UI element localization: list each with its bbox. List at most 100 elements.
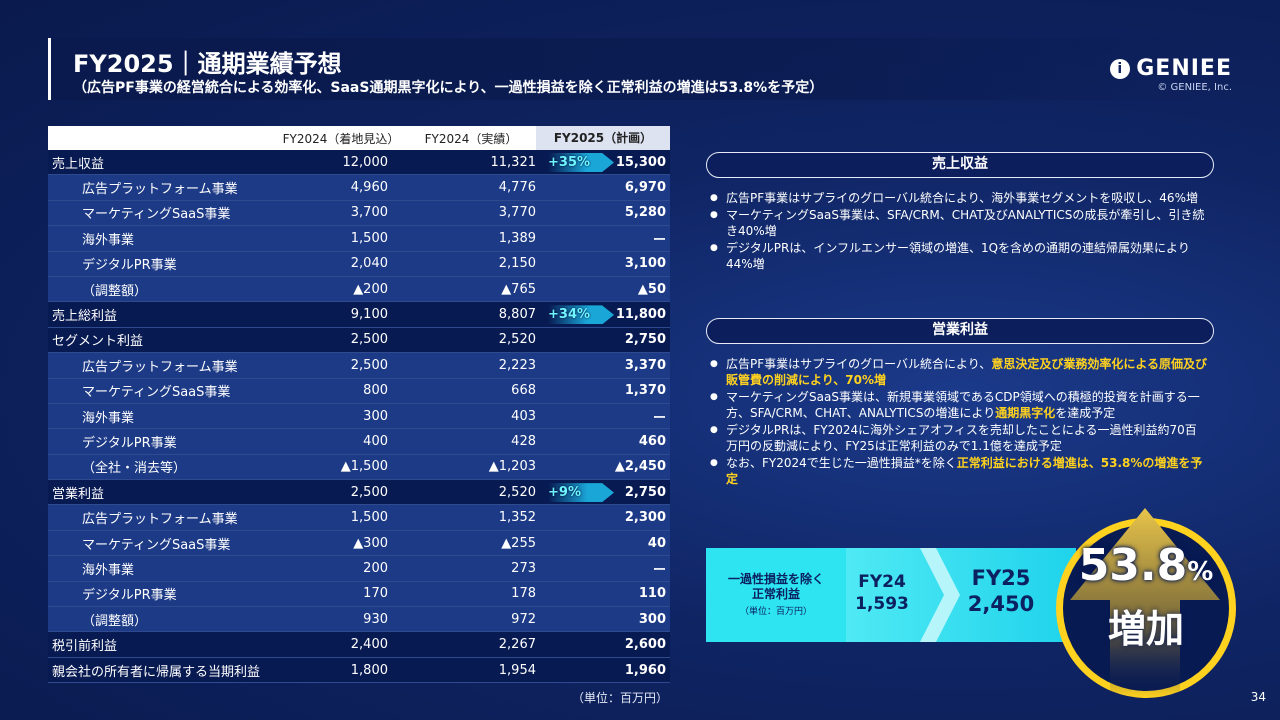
table-body: 売上収益 12,000 11,321 15,300 +35% 広告プラットフォーム事業 4,…	[48, 150, 670, 684]
cell-fy2024-actual: 1,389	[498, 230, 536, 246]
cell-fy2024-forecast: ▲1,500	[340, 459, 388, 475]
cell-fy2024-actual: 11,321	[490, 154, 537, 170]
kpi-fy25-label: FY25	[971, 566, 1031, 590]
cell-fy2024-forecast: 300	[363, 408, 388, 424]
table-row: （調整額） 930 972 300	[48, 607, 670, 633]
cell-fy2024-forecast: 2,040	[350, 256, 388, 272]
cell-fy2024-actual: 2,223	[498, 357, 536, 373]
cell-fy2025-plan: 5,280	[624, 205, 666, 221]
row-label: 営業利益	[52, 486, 105, 502]
kpi-fy24-label: FY24	[858, 572, 906, 592]
cell-fy2025-plan: 3,100	[624, 256, 666, 272]
growth-unit: %	[1187, 557, 1214, 587]
cell-fy2024-forecast: ▲200	[353, 281, 388, 297]
table-row: 売上収益 12,000 11,321 15,300 +35%	[48, 150, 670, 176]
cell-fy2024-actual: ▲765	[501, 281, 536, 297]
cell-fy2024-forecast: 12,000	[342, 154, 389, 170]
kpi-label-unit: （単位：百万円）	[739, 607, 812, 617]
row-label: 税引前利益	[52, 639, 118, 655]
operating-profit-heading: 営業利益	[706, 318, 1214, 344]
kpi-fy24: FY24 1,593	[846, 572, 918, 614]
table-row: デジタルPR事業 2,040 2,150 3,100	[48, 251, 670, 277]
bullet-text: 広告PF事業はサプライのグローバル統合により、	[726, 357, 992, 371]
cell-fy2025-plan: 2,300	[624, 510, 666, 526]
table-row: デジタルPR事業 400 428 460	[48, 429, 670, 455]
list-item: マーケティングSaaS事業は、新規事業領域であるCDP領域への積極的投資を計画す…	[708, 389, 1208, 421]
list-item: デジタルPRは、FY2024に海外シェアオフィスを売却したことによる一過性利益約…	[708, 422, 1208, 454]
row-label: マーケティングSaaS事業	[82, 537, 231, 553]
table-header: FY2024（着地見込） FY2024（実績） FY2025（計画）	[48, 126, 670, 150]
cell-fy2025-plan: ー	[652, 562, 666, 578]
cell-fy2024-actual: 2,520	[498, 484, 536, 500]
table-row: デジタルPR事業 170 178 110	[48, 581, 670, 608]
cell-fy2024-forecast: 1,500	[350, 230, 388, 246]
cell-fy2024-actual: 4,776	[498, 180, 536, 196]
cell-fy2024-actual: 428	[511, 433, 536, 449]
growth-number: 53.8	[1078, 540, 1188, 591]
logo-copyright: © GENIEE, Inc.	[1157, 82, 1232, 93]
growth-percentage: 53.8%	[1060, 540, 1232, 591]
cell-fy2025-plan: ー	[652, 232, 666, 248]
cell-fy2024-forecast: 400	[363, 433, 388, 449]
kpi-fy24-value: 1,593	[855, 594, 909, 614]
cell-fy2024-actual: 668	[511, 383, 536, 399]
highlight-text: 通期黒字化	[995, 406, 1056, 420]
cell-fy2024-forecast: 9,100	[350, 307, 388, 323]
list-item: 広告PF事業はサプライのグローバル統合により、意思決定及び業務効率化による原価及…	[708, 356, 1208, 388]
table-row: マーケティングSaaS事業 800 668 1,370	[48, 378, 670, 404]
row-label: マーケティングSaaS事業	[82, 385, 231, 401]
cell-fy2025-plan: ー	[652, 410, 666, 426]
cell-fy2024-forecast: 800	[363, 383, 388, 399]
growth-badge-text: +9%	[548, 485, 581, 501]
cell-fy2025-plan: 2,750	[624, 332, 666, 348]
growth-badge-text: +34%	[548, 307, 591, 323]
row-label: セグメント利益	[52, 334, 144, 350]
row-label: デジタルPR事業	[82, 435, 177, 451]
page-number: 34	[1250, 690, 1266, 704]
table-row: 税引前利益 2,400 2,267 2,600	[48, 632, 670, 658]
kpi-fy25: FY25 2,450	[962, 566, 1040, 616]
revenue-heading: 売上収益	[706, 152, 1214, 178]
logo-name: GENIEE	[1136, 56, 1232, 81]
row-label: 海外事業	[82, 410, 135, 426]
title-bar: FY2025｜通期業績予想 （広告PF事業の経営統合による効率化、SaaS通期黒…	[48, 38, 1238, 100]
kpi-label-box: 一過性損益を除く 正常利益 （単位：百万円）	[706, 548, 846, 642]
cell-fy2024-forecast: 2,500	[350, 332, 388, 348]
cell-fy2024-actual: 2,267	[498, 637, 536, 653]
table-row: （全社・消去等） ▲1,500 ▲1,203 ▲2,450	[48, 454, 670, 481]
list-item: 広告PF事業はサプライのグローバル統合により、海外事業セグメントを吸収し、46%…	[708, 190, 1208, 206]
cell-fy2025-plan: 3,370	[624, 357, 666, 373]
profit-bullets: 広告PF事業はサプライのグローバル統合により、意思決定及び業務効率化による原価及…	[708, 356, 1208, 488]
cell-fy2024-actual: 273	[511, 560, 536, 576]
table-row: マーケティングSaaS事業 3,700 3,770 5,280	[48, 200, 670, 227]
growth-arrow-badge: +9%	[548, 483, 614, 503]
cell-fy2025-plan: 2,600	[624, 637, 666, 653]
table-row: セグメント利益 2,500 2,520 2,750	[48, 327, 670, 354]
list-item: デジタルPRは、インフルエンサー領域の増進、1Qを含めの通期の連結帰属効果により…	[708, 240, 1208, 272]
cell-fy2024-forecast: 930	[363, 611, 388, 627]
cell-fy2024-actual: 2,520	[498, 332, 536, 348]
cell-fy2024-forecast: ▲300	[353, 535, 388, 551]
table-row: 売上総利益 9,100 8,807 11,800 +34%	[48, 302, 670, 328]
cell-fy2025-plan: 6,970	[624, 180, 666, 196]
header-cell-fy2025-plan: FY2025（計画）	[536, 126, 670, 150]
cell-fy2025-plan: 1,370	[624, 383, 666, 399]
financial-table: FY2024（着地見込） FY2024（実績） FY2025（計画） 売上収益 1…	[48, 126, 670, 684]
cell-fy2024-forecast: 3,700	[350, 205, 388, 221]
row-label: 親会社の所有者に帰属する当期利益	[52, 664, 261, 680]
cell-fy2024-actual: 8,807	[498, 307, 536, 323]
cell-fy2024-actual: 403	[511, 408, 536, 424]
header-cell-fy2024-actual: FY2024（実績）	[424, 131, 518, 146]
cell-fy2025-plan: 460	[638, 433, 666, 449]
chevron-right-icon	[920, 548, 960, 642]
cell-fy2025-plan: 110	[638, 586, 666, 602]
list-item: マーケティングSaaS事業は、SFA/CRM、CHAT及びANALYTICSの成…	[708, 207, 1208, 239]
table-row: 海外事業 300 403 ー	[48, 403, 670, 430]
growth-arrow-badge: +34%	[548, 305, 614, 325]
cell-fy2024-forecast: 170	[363, 586, 388, 602]
growth-arrow-badge: +35%	[548, 153, 614, 172]
cell-fy2024-forecast: 200	[363, 560, 388, 576]
table-row: 広告プラットフォーム事業 2,500 2,223 3,370	[48, 353, 670, 379]
row-label: デジタルPR事業	[82, 588, 177, 604]
cell-fy2024-actual: 2,150	[498, 256, 536, 272]
